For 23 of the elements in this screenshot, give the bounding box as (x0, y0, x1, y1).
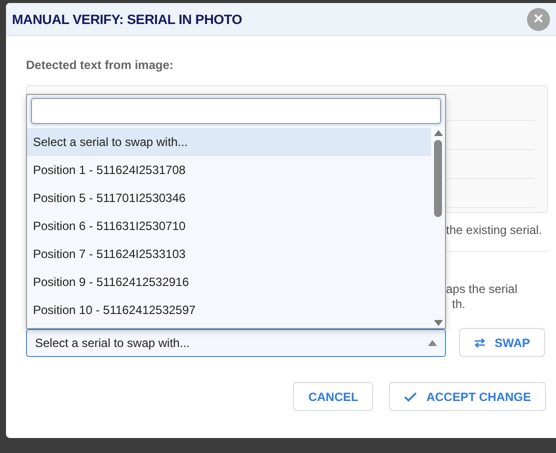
section-label: Detected text from image: (26, 58, 174, 74)
dropdown-option[interactable]: Position 10 - 51162412532597 (27, 296, 431, 324)
scroll-down-icon[interactable] (434, 320, 442, 326)
search-field[interactable] (31, 98, 441, 124)
dialog-title: MANUAL VERIFY: SERIAL IN PHOTO (12, 12, 242, 26)
scrollbar-thumb[interactable] (434, 140, 442, 217)
swap-button[interactable]: SWAP (459, 328, 545, 357)
dropdown-option[interactable]: Position 1 - 511624I2531708 (27, 156, 431, 184)
serial-select[interactable]: Select a serial to swap with... (26, 328, 446, 356)
scroll-up-icon[interactable] (434, 130, 442, 136)
note-text: aps the serial (446, 282, 518, 297)
note-text: th. (452, 297, 466, 312)
dropdown-option[interactable]: Position 6 - 511631I2530710 (27, 212, 431, 240)
dropdown-option[interactable]: Position 5 - 511701I2530346 (27, 184, 431, 212)
dropdown-option[interactable]: Position 7 - 511624I2533103 (27, 240, 431, 268)
dropdown-option[interactable]: Select a serial to swap with... (27, 128, 431, 156)
caret-icon (428, 340, 437, 346)
cancel-button[interactable]: CANCEL (293, 382, 374, 411)
dropdown-option[interactable]: Position 9 - 51162412532916 (27, 268, 431, 296)
check-icon (404, 392, 418, 402)
accept-button[interactable]: ACCEPT CHANGE (389, 382, 546, 411)
swap-arrows-icon (474, 336, 486, 348)
note-text: the existing serial. (446, 223, 542, 237)
